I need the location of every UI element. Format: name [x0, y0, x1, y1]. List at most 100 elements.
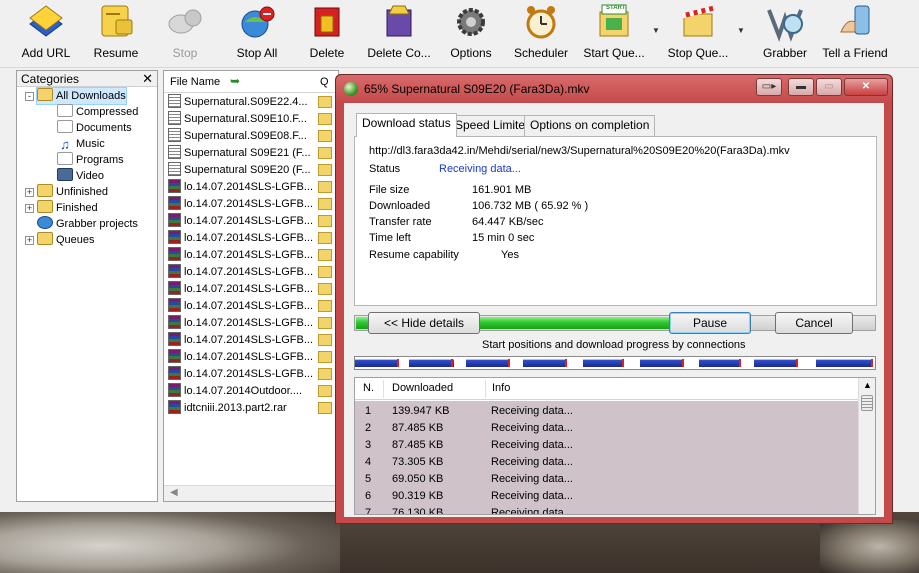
file-row[interactable]: idtcniii.2013.part2.rar	[168, 400, 338, 417]
transfer-rate-value: 64.447 KB/sec	[472, 216, 544, 228]
connection-segment	[355, 359, 399, 367]
scroll-thumb[interactable]	[861, 395, 873, 411]
column-header-downloaded[interactable]: Downloaded	[392, 382, 453, 394]
stop-button[interactable]: Stop	[160, 2, 210, 66]
tree-item-documents[interactable]: Documents	[57, 120, 132, 136]
start-queue-button[interactable]: START Start Que...	[582, 2, 646, 66]
scroll-up-icon[interactable]: ▲	[863, 380, 872, 390]
tree-expander-all-downloads[interactable]: -	[25, 92, 34, 101]
status-value: Receiving data...	[439, 163, 521, 175]
file-row[interactable]: lo.14.07.2014SLS-LGFB...	[168, 264, 338, 281]
categories-title: Categories	[21, 72, 80, 86]
queue-folder-icon	[318, 317, 332, 329]
tree-item-all-downloads[interactable]: All Downloads	[36, 87, 127, 105]
minimize-to-tray-button[interactable]: ▭▸	[756, 78, 782, 96]
minimize-button[interactable]: ▬	[788, 78, 814, 96]
file-row[interactable]: lo.14.07.2014SLS-LGFB...	[168, 366, 338, 383]
close-button[interactable]: ✕	[844, 78, 888, 96]
queue-folder-icon	[318, 113, 332, 125]
cancel-button[interactable]: Cancel	[775, 312, 853, 334]
file-row[interactable]: lo.14.07.2014SLS-LGFB...	[168, 179, 338, 196]
resume-button[interactable]: Resume	[90, 2, 142, 66]
file-row[interactable]: lo.14.07.2014SLS-LGFB...	[168, 298, 338, 315]
file-row[interactable]: Supernatural S09E21 (F...	[168, 145, 338, 162]
queue-folder-icon	[318, 351, 332, 363]
delete-completed-button[interactable]: Delete Co...	[366, 2, 432, 66]
rar-archive-icon	[168, 315, 181, 329]
time-left-label: Time left	[369, 232, 411, 244]
file-name: lo.14.07.2014SLS-LGFB...	[184, 198, 314, 210]
tab-speed-limiter[interactable]: Speed Limiter	[449, 115, 536, 136]
queue-folder-icon	[318, 402, 332, 414]
file-row[interactable]: lo.14.07.2014SLS-LGFB...	[168, 349, 338, 366]
tree-item-video[interactable]: Video	[57, 168, 104, 184]
hide-details-button[interactable]: << Hide details	[368, 312, 480, 334]
connection-cell-n: 5	[365, 473, 372, 485]
tree-expander-unfinished[interactable]: +	[25, 188, 34, 197]
tree-item-programs[interactable]: Programs	[57, 152, 124, 168]
file-row[interactable]: lo.14.07.2014SLS-LGFB...	[168, 247, 338, 264]
categories-close-icon[interactable]: ✕	[142, 71, 153, 87]
file-row[interactable]: lo.14.07.2014SLS-LGFB...	[168, 281, 338, 298]
add-url-button[interactable]: Add URL	[18, 2, 74, 66]
dialog-title-bar[interactable]: 65% Supernatural S09E20 (Fara3Da).mkv ▭▸…	[336, 75, 892, 103]
file-name: Supernatural S09E21 (F...	[184, 147, 311, 159]
tree-item-queues[interactable]: Queues	[37, 232, 95, 248]
tree-item-grabber-projects[interactable]: Grabber projects	[37, 216, 138, 232]
tell-a-friend-button[interactable]: Tell a Friend	[822, 2, 888, 66]
maximize-button[interactable]: ▭	[816, 78, 842, 96]
file-row[interactable]: lo.14.07.2014Outdoor....	[168, 383, 338, 400]
connections-progress-bar	[354, 356, 876, 370]
column-header-n[interactable]: N.	[363, 382, 374, 394]
scheduler-icon	[521, 2, 561, 42]
stop-queue-button[interactable]: Stop Que...	[666, 2, 730, 66]
file-list: File Name ➥ Q Supernatural.S09E22.4... Su…	[163, 70, 339, 502]
connection-segment-marker	[508, 359, 510, 367]
file-row[interactable]: lo.14.07.2014SLS-LGFB...	[168, 213, 338, 230]
tree-item-label: Programs	[76, 154, 124, 166]
column-header-q[interactable]: Q	[320, 76, 329, 88]
file-row[interactable]: Supernatural.S09E10.F...	[168, 111, 338, 128]
scheduler-button[interactable]: Scheduler	[512, 2, 570, 66]
tree-item-music[interactable]: ♫ Music	[57, 136, 105, 152]
tree-item-compressed[interactable]: Compressed	[57, 104, 138, 120]
file-row[interactable]: Supernatural.S09E08.F...	[168, 128, 338, 145]
grabber-button[interactable]: Grabber	[758, 2, 812, 66]
file-row[interactable]: Supernatural.S09E22.4...	[168, 94, 338, 111]
tree-expander-queues[interactable]: +	[25, 236, 34, 245]
tree-item-unfinished[interactable]: Unfinished	[37, 184, 108, 200]
resume-capability-value: Yes	[501, 249, 519, 261]
file-row[interactable]: lo.14.07.2014SLS-LGFB...	[168, 230, 338, 247]
start-queue-icon: START	[594, 2, 634, 42]
file-list-horizontal-scrollbar[interactable]: ◀	[164, 485, 338, 501]
dialog-title: 65% Supernatural S09E20 (Fara3Da).mkv	[364, 82, 590, 96]
stop-all-button[interactable]: Stop All	[230, 2, 284, 66]
column-header-info[interactable]: Info	[492, 382, 510, 394]
file-row[interactable]: Supernatural S09E20 (F...	[168, 162, 338, 179]
pause-button[interactable]: Pause	[669, 312, 751, 334]
file-row[interactable]: lo.14.07.2014SLS-LGFB...	[168, 196, 338, 213]
tab-download-status[interactable]: Download status	[356, 113, 457, 137]
delete-button[interactable]: Delete	[304, 2, 350, 66]
tree-item-label: All Downloads	[56, 90, 126, 102]
options-button[interactable]: Options	[446, 2, 496, 66]
scheduler-label: Scheduler	[513, 46, 569, 60]
column-header-file-name[interactable]: File Name	[170, 76, 220, 88]
tree-expander-finished[interactable]: +	[25, 204, 34, 213]
queue-folder-icon	[318, 368, 332, 380]
tab-options-on-completion[interactable]: Options on completion	[524, 115, 656, 136]
tree-item-finished[interactable]: Finished	[37, 200, 98, 216]
scroll-left-icon[interactable]: ◀	[170, 487, 178, 498]
connection-segment-marker	[451, 359, 453, 367]
file-row[interactable]: lo.14.07.2014SLS-LGFB...	[168, 332, 338, 349]
stop-queue-dropdown-icon[interactable]: ▼	[737, 26, 745, 35]
connections-vertical-scrollbar[interactable]: ▲	[858, 378, 875, 514]
document-file-icon	[168, 128, 181, 142]
file-row[interactable]: lo.14.07.2014SLS-LGFB...	[168, 315, 338, 332]
download-url: http://dl3.fara3da42.in/Mehdi/serial/new…	[369, 145, 790, 157]
start-queue-dropdown-icon[interactable]: ▼	[652, 26, 660, 35]
file-name: lo.14.07.2014SLS-LGFB...	[184, 317, 314, 329]
file-name: Supernatural.S09E08.F...	[184, 130, 307, 142]
tree-item-label: Finished	[56, 202, 98, 214]
stop-label: Stop	[172, 46, 198, 60]
